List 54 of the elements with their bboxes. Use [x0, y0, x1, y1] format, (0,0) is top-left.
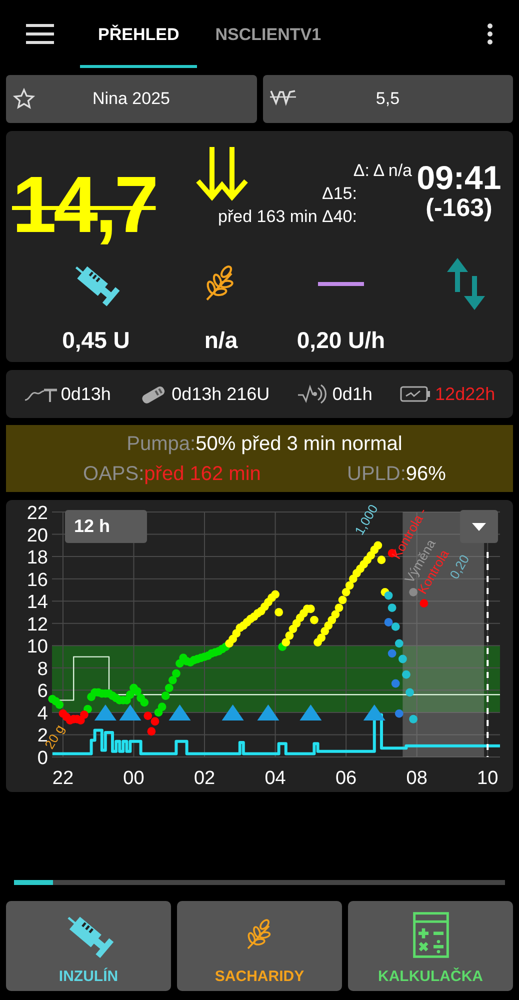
options-dropdown[interactable] — [460, 510, 498, 543]
time-offset: (-163) — [426, 195, 492, 221]
up-down-arrows-icon — [447, 258, 485, 310]
star-icon — [13, 88, 35, 110]
sensor-signal-icon — [297, 383, 330, 405]
delta-text: Δ: Δ n/a — [353, 160, 412, 182]
axis-label: 20 — [26, 525, 48, 546]
axis-label: 12 — [26, 614, 48, 636]
axis-label: 22 — [26, 503, 48, 524]
status-value: 96% — [406, 462, 446, 484]
more-icon — [487, 23, 493, 45]
axis-label: 08 — [406, 768, 428, 789]
status-value: před 162 min — [144, 462, 261, 484]
tab[interactable]: NSCLIENTV1 — [197, 0, 340, 68]
tab[interactable]: PŘEHLED — [80, 0, 198, 68]
axis-label: 22 — [52, 768, 74, 789]
axis-label: 10 — [26, 636, 48, 658]
status-label: OAPS: — [83, 462, 144, 484]
axis-label: 8 — [37, 658, 48, 680]
status-text: 0d13h — [60, 384, 111, 404]
axis-label: 04 — [264, 768, 286, 789]
delta-text: před 163 min Δ40: — [217, 206, 358, 228]
time-text: 09:41 — [416, 161, 502, 195]
axis-label: 06 — [336, 768, 357, 789]
calculator-button[interactable]: KALKULAČKA — [348, 901, 513, 991]
axis-label: 14 — [26, 592, 48, 614]
axis-label: 4 — [37, 703, 48, 724]
carbs-button[interactable]: SACHARIDY — [177, 901, 342, 991]
status-value: 50% před 3 min normal — [196, 432, 402, 454]
battery-icon — [400, 385, 432, 403]
status-text: 0d1h — [332, 384, 372, 404]
status-label: Pumpa: — [126, 432, 196, 454]
delta-text: Δ15: — [322, 183, 358, 205]
axis-label: 18 — [26, 548, 48, 569]
status-label: UPLD: — [347, 462, 406, 484]
caret-icon — [472, 522, 486, 530]
range-dropdown[interactable]: 12 h — [65, 510, 147, 543]
glucose-value: 14,7 — [12, 165, 157, 251]
axis-label: 0 — [37, 748, 48, 769]
axis-label: 6 — [37, 681, 48, 702]
target-button[interactable]: 5,5 — [262, 75, 513, 123]
insulin-button[interactable]: INZULÍN — [6, 901, 171, 991]
axis-label: 02 — [194, 768, 216, 789]
wave-icon — [270, 88, 296, 106]
menu-icon — [26, 24, 54, 44]
status-text: 12d22h — [435, 384, 496, 404]
axis-label: 10 — [477, 768, 498, 789]
status-text: 0d13h 216U — [172, 384, 270, 404]
stat-value: 0,45 U — [62, 327, 130, 354]
axis-label: 00 — [123, 768, 144, 789]
axis-label: 16 — [26, 570, 48, 591]
profile-button[interactable]: Nina 2025 — [6, 75, 256, 123]
stat-value: n/a — [204, 327, 238, 354]
stat-value: 0,20 U/h — [296, 327, 386, 354]
